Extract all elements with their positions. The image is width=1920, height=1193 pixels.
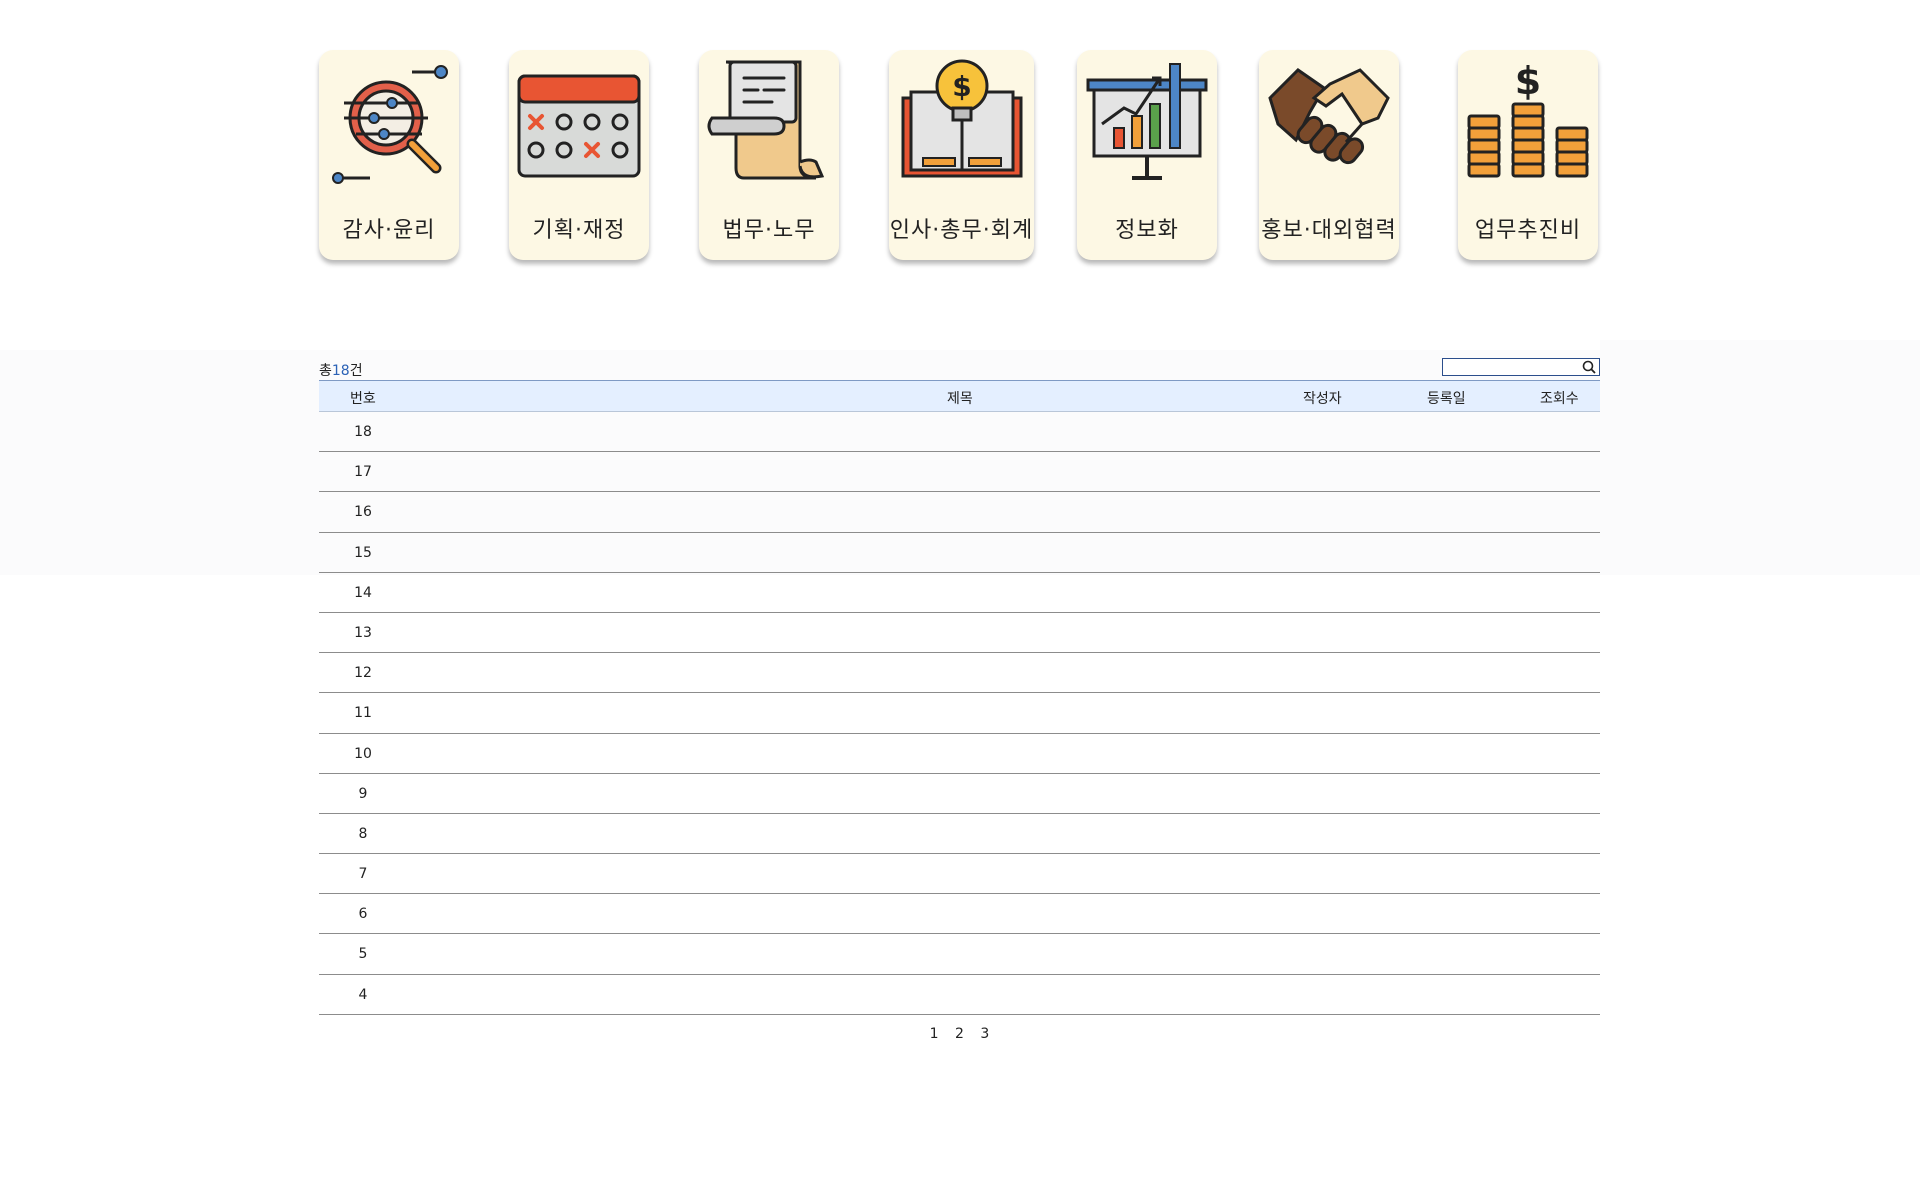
row-number: 14 [354, 584, 372, 601]
presentation-chart-icon [1084, 58, 1210, 184]
table-body: 18 17 16 15 14 13 12 11 10 9 8 7 6 5 4 [319, 412, 1600, 1015]
pagination: 1 2 3 [319, 1026, 1600, 1042]
category-label: 법무·노무 [722, 218, 816, 243]
svg-text:$: $ [952, 70, 971, 103]
page-link[interactable]: 3 [980, 1026, 989, 1042]
row-number: 17 [354, 464, 372, 481]
row-number: 18 [354, 424, 372, 440]
row-number: 16 [354, 504, 372, 521]
category-label: 감사·윤리 [342, 218, 436, 243]
row-number: 8 [358, 825, 368, 842]
table-row[interactable]: 4 [319, 975, 1600, 1015]
row-number: 15 [354, 544, 372, 561]
table-row[interactable]: 8 [319, 814, 1600, 855]
column-header-date: 등록일 [1427, 391, 1466, 407]
page-link[interactable]: 1 [930, 1026, 939, 1042]
column-header-number: 번호 [350, 391, 376, 407]
category-card-legal[interactable]: 법무·노무 [699, 50, 839, 260]
audit-magnifier-icon [326, 58, 452, 184]
category-card-audit[interactable]: 감사·윤리 [319, 50, 459, 260]
background-band [1600, 340, 1920, 450]
search-icon[interactable] [1581, 359, 1597, 375]
column-header-author: 작성자 [1303, 391, 1342, 407]
row-number: 7 [358, 866, 368, 883]
category-card-hr[interactable]: $ 인사·총무·회계 [889, 50, 1034, 260]
table-row[interactable]: 18 [319, 412, 1600, 453]
table-row[interactable]: 10 [319, 734, 1600, 774]
category-card-pr[interactable]: 홍보·대외협력 [1259, 50, 1399, 260]
category-card-expenses[interactable]: $ 업무추진비 [1458, 50, 1598, 260]
category-card-planning[interactable]: 기획·재정 [509, 50, 649, 260]
category-label: 인사·총무·회계 [889, 218, 1034, 243]
category-label: 홍보·대외협력 [1261, 218, 1397, 243]
row-number: 10 [354, 745, 372, 762]
table-row[interactable]: 7 [319, 854, 1600, 895]
svg-text:$: $ [1515, 59, 1541, 103]
table-header: 번호 제목 작성자 등록일 조회수 [319, 380, 1600, 412]
row-number: 5 [358, 946, 368, 963]
table-row[interactable]: 13 [319, 613, 1600, 654]
page-link[interactable]: 2 [955, 1026, 964, 1042]
search-input[interactable] [1443, 362, 1573, 378]
row-number: 6 [358, 906, 368, 923]
table-row[interactable]: 6 [319, 894, 1600, 935]
count-suffix: 건 [349, 363, 363, 379]
category-label: 기획·재정 [532, 218, 626, 243]
search-box [1442, 358, 1600, 378]
legal-scroll-icon [706, 58, 832, 184]
table-row[interactable]: 5 [319, 934, 1600, 975]
row-number: 11 [354, 705, 372, 722]
category-label: 업무추진비 [1474, 218, 1582, 243]
category-cards: 감사·윤리 기획·재정 법무·노무 $ 인사·총무·회계 정보화 홍보·대외협력… [0, 50, 1920, 265]
table-row[interactable]: 11 [319, 693, 1600, 734]
table-row[interactable]: 14 [319, 573, 1600, 613]
planning-calendar-icon [516, 58, 642, 184]
column-header-views: 조회수 [1540, 391, 1579, 407]
row-number: 12 [354, 665, 372, 682]
count-prefix: 총 [319, 363, 332, 379]
table-row[interactable]: 9 [319, 774, 1600, 814]
column-header-title: 제목 [947, 391, 973, 407]
handshake-icon [1266, 58, 1392, 184]
row-number: 4 [358, 986, 368, 1003]
row-number: 13 [354, 624, 372, 641]
table-row[interactable]: 16 [319, 492, 1600, 533]
coin-stacks-icon: $ [1465, 58, 1591, 184]
category-label: 정보화 [1115, 218, 1179, 243]
table-row[interactable]: 12 [319, 653, 1600, 694]
total-count: 총18건 [319, 360, 363, 380]
table-row[interactable]: 15 [319, 533, 1600, 573]
row-number: 9 [358, 785, 368, 802]
table-row[interactable]: 17 [319, 452, 1600, 493]
idea-book-icon: $ [899, 58, 1025, 184]
category-card-it[interactable]: 정보화 [1077, 50, 1217, 260]
count-value: 18 [331, 363, 350, 379]
